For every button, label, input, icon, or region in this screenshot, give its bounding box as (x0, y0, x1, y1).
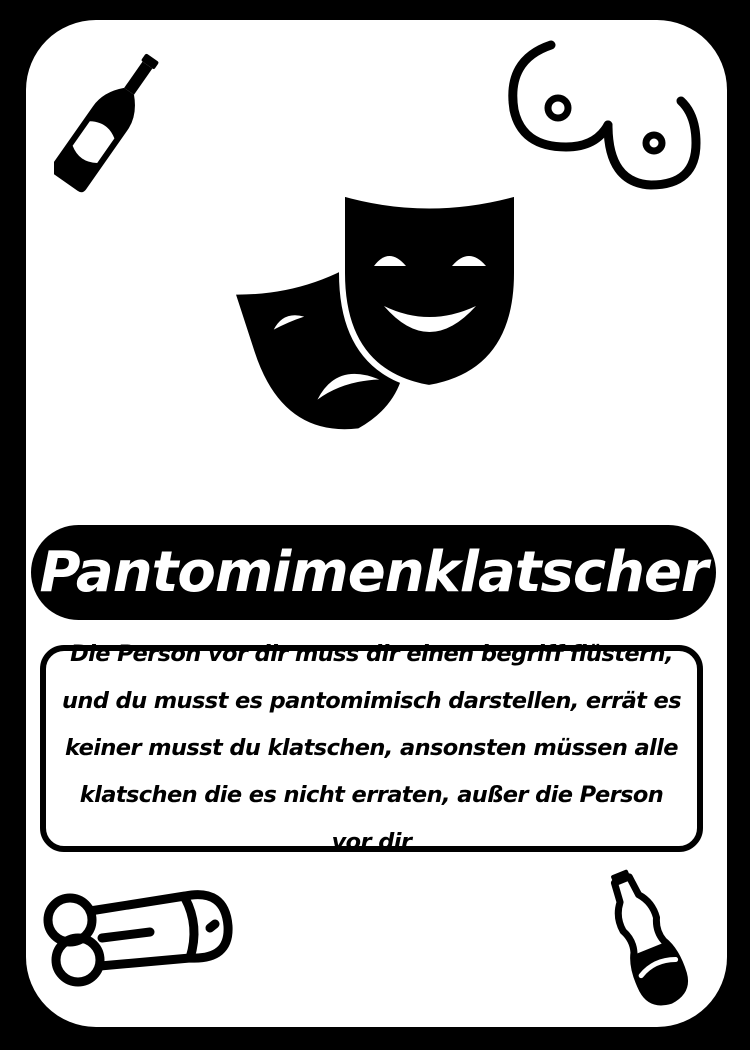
card-description-box: Die Person vor dir muss dir einen begrif… (40, 641, 703, 855)
game-card[interactable]: Pantomimenklatscher Die Person vor dir m… (26, 20, 727, 1027)
card-frame: Pantomimenklatscher Die Person vor dir m… (0, 0, 750, 1050)
penis-icon (40, 878, 240, 993)
cola-bottle-icon (591, 865, 701, 1010)
card-title-banner: Pantomimenklatscher (31, 525, 716, 620)
card-title: Pantomimenklatscher (39, 540, 708, 605)
card-description: Die Person vor dir muss dir einen begrif… (61, 641, 682, 855)
beer-bottle-icon (54, 40, 164, 200)
breasts-icon (496, 35, 706, 205)
theater-masks-icon (224, 188, 524, 438)
